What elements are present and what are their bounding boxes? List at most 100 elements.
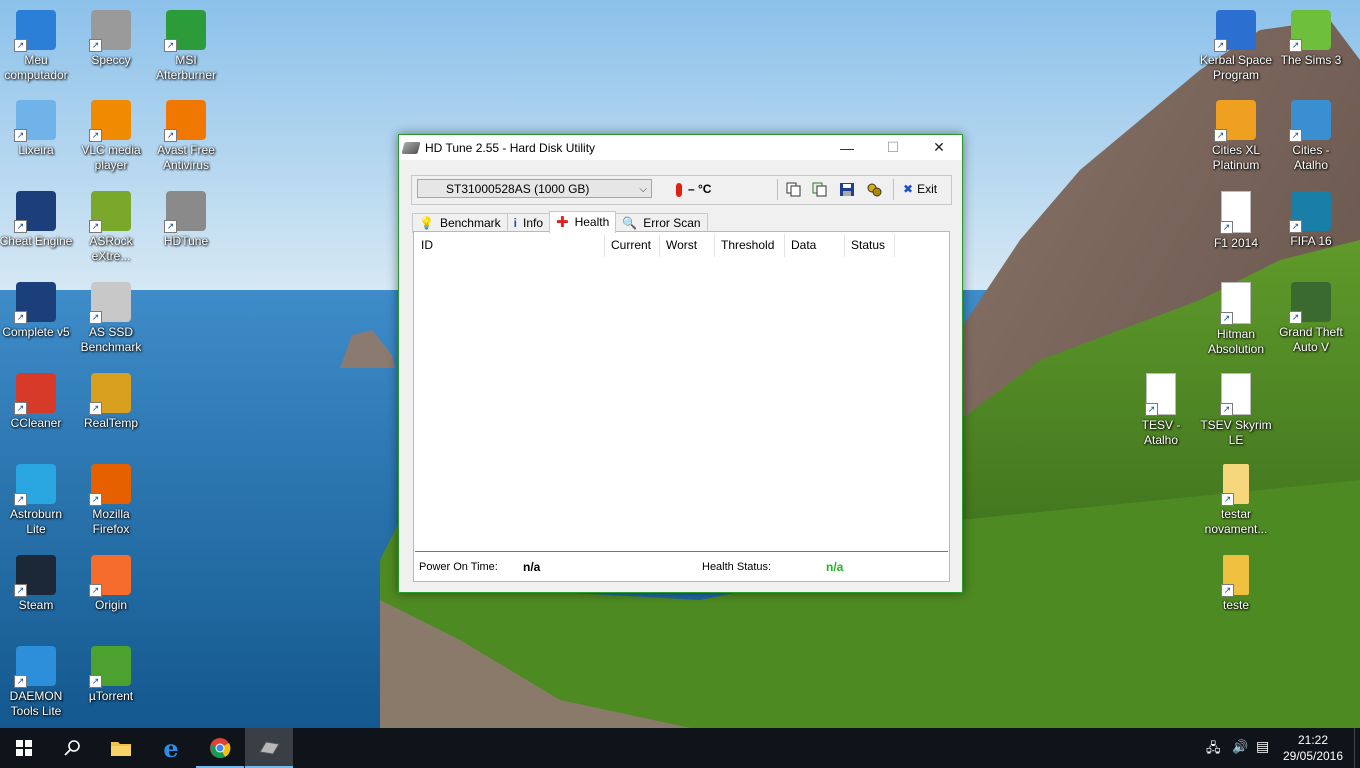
column-header-threshold[interactable]: Threshold [715, 234, 785, 257]
desktop-icon[interactable]: ↗ Meu computador [0, 10, 74, 83]
desktop-icon[interactable]: ↗ Cities - Atalho [1273, 100, 1349, 173]
desktop-icon[interactable]: ↗ Origin [73, 555, 149, 613]
desktop-icon[interactable]: ↗ Astroburn Lite [0, 464, 74, 537]
drive-select-value: ST31000528AS (1000 GB) [446, 182, 590, 196]
column-header-worst[interactable]: Worst [660, 234, 715, 257]
health-status-label: Health Status: [702, 561, 772, 573]
shortcut-arrow-icon: ↗ [1220, 221, 1233, 234]
shortcut-arrow-icon: ↗ [89, 129, 102, 142]
desktop-icon[interactable]: ↗ AS SSD Benchmark [73, 282, 149, 355]
minimize-button[interactable]: — [824, 135, 870, 160]
network-icon[interactable]: 🖧 [1206, 739, 1221, 761]
desktop-icon-label: The Sims 3 [1280, 53, 1342, 67]
desktop-icon[interactable]: ↗ Avast Free Antivirus [148, 100, 224, 173]
taskbar-edge[interactable]: e [147, 728, 195, 768]
notifications-icon[interactable]: ▤ [1256, 738, 1269, 755]
desktop-icon[interactable]: ↗ Cheat Engine [0, 191, 74, 249]
desktop-icon[interactable]: ↗ Steam [0, 555, 74, 613]
desktop-icon-label: Cities XL Platinum [1211, 143, 1261, 172]
desktop-icon-label: Avast Free Antivirus [157, 143, 215, 172]
toolbar: ST31000528AS (1000 GB) ⌵ – °C ✖ Exit [411, 175, 952, 205]
desktop-icon[interactable]: ↗ Kerbal Space Program [1198, 10, 1274, 83]
shortcut-arrow-icon: ↗ [1221, 584, 1234, 597]
column-header-current[interactable]: Current [605, 234, 660, 257]
desktop-icon[interactable]: ↗ teste [1198, 555, 1274, 613]
exit-button[interactable]: ✖ Exit [903, 179, 937, 199]
desktop-icon[interactable]: ↗ Hitman Absolution [1198, 282, 1274, 357]
desktop-icon-label: Lixeira [18, 143, 54, 157]
desktop-icon[interactable]: ↗ TSEV Skyrim LE [1198, 373, 1274, 448]
desktop-icon[interactable]: ↗ testar novament... [1198, 464, 1274, 537]
desktop-icon[interactable]: ↗ MSI Afterburner [148, 10, 224, 83]
desktop-icon[interactable]: ↗ TESV - Atalho [1123, 373, 1199, 448]
clock-time: 21:22 [1297, 733, 1329, 747]
maximize-button[interactable]: ☐ [870, 135, 916, 160]
options-icon[interactable] [866, 182, 882, 197]
hdtune-icon [259, 741, 280, 755]
gta-v-icon: ↗ [1289, 282, 1331, 324]
computer-icon: ↗ [14, 10, 56, 52]
taskbar-hdtune[interactable] [245, 728, 293, 768]
tab-error-scan[interactable]: 🔍 Error Scan [615, 213, 708, 233]
desktop-icon[interactable]: ↗ Grand Theft Auto V [1273, 282, 1349, 355]
desktop-icon[interactable]: ↗ F1 2014 [1198, 191, 1274, 251]
desktop-icon[interactable]: ↗ FIFA 16 [1273, 191, 1349, 249]
taskbar-clock[interactable]: 21:22 29/05/2016 [1282, 732, 1344, 764]
power-on-value: n/a [523, 560, 541, 574]
shortcut-arrow-icon: ↗ [1214, 129, 1227, 142]
title-bar[interactable]: HD Tune 2.55 - Hard Disk Utility — ☐ ✕ [399, 135, 962, 160]
shortcut-arrow-icon: ↗ [1289, 311, 1302, 324]
desktop-icon-label: Kerbal Space Program [1199, 53, 1273, 82]
desktop-icon[interactable]: ↗ Cities XL Platinum [1198, 100, 1274, 173]
column-header-id[interactable]: ID [415, 234, 605, 257]
desktop-icon[interactable]: ↗ Complete v5 [0, 282, 74, 340]
volume-icon[interactable]: 🔊 [1232, 739, 1248, 755]
desktop-icon[interactable]: ↗ RealTemp [73, 373, 149, 431]
tab-info[interactable]: i Info [506, 213, 551, 233]
close-button[interactable]: ✕ [916, 135, 962, 160]
tab-health[interactable]: ✚ Health [549, 211, 617, 233]
desktop-icon[interactable]: ↗ Mozilla Firefox [73, 464, 149, 537]
shortcut-arrow-icon: ↗ [1214, 39, 1227, 52]
desktop-icon[interactable]: ↗ Lixeira [0, 100, 74, 158]
footer-divider [415, 551, 948, 552]
show-desktop-button[interactable] [1354, 728, 1360, 768]
save-icon[interactable] [839, 182, 855, 197]
desktop-icon[interactable]: ↗ CCleaner [0, 373, 74, 431]
shortcut-arrow-icon: ↗ [89, 584, 102, 597]
column-header-status[interactable]: Status [845, 234, 895, 257]
shortcut-arrow-icon: ↗ [1220, 312, 1233, 325]
desktop-icon-label: HDTune [163, 234, 209, 248]
tab-benchmark[interactable]: 💡 Benchmark [412, 213, 508, 233]
shortcut-arrow-icon: ↗ [1221, 493, 1234, 506]
taskbar-chrome[interactable] [196, 728, 244, 768]
window-title: HD Tune 2.55 - Hard Disk Utility [425, 140, 596, 155]
copy-all-icon[interactable] [812, 182, 828, 197]
desktop-icon-label: testar novament... [1204, 507, 1268, 536]
desktop-icon[interactable]: ↗ VLC media player [73, 100, 149, 173]
cities-xl-icon: ↗ [1214, 100, 1256, 142]
desktop-icon-label: DAEMON Tools Lite [9, 689, 63, 718]
start-button[interactable] [0, 728, 48, 768]
desktop-icon[interactable]: ↗ Speccy [73, 10, 149, 68]
desktop-icon-label: VLC media player [81, 143, 141, 172]
copy-icon[interactable] [786, 182, 802, 197]
hdtune-window[interactable]: HD Tune 2.55 - Hard Disk Utility — ☐ ✕ S… [398, 134, 963, 593]
desktop-icon-label: Hitman Absolution [1207, 327, 1265, 356]
shortcut-arrow-icon: ↗ [14, 220, 27, 233]
column-header-data[interactable]: Data [785, 234, 845, 257]
desktop-icon[interactable]: ↗ The Sims 3 [1273, 10, 1349, 68]
drive-select[interactable]: ST31000528AS (1000 GB) ⌵ [417, 179, 652, 198]
taskbar-file-explorer[interactable] [97, 728, 145, 768]
desktop-icon[interactable]: ↗ µTorrent [73, 646, 149, 704]
tab-bar: 💡 Benchmark i Info ✚ Health 🔍 Error Scan [412, 211, 708, 233]
desktop-icon[interactable]: ↗ HDTune [148, 191, 224, 249]
desktop-icon-label: Cheat Engine [0, 234, 73, 248]
desktop-icon-label: Origin [94, 598, 127, 612]
desktop-icon[interactable]: ↗ DAEMON Tools Lite [0, 646, 74, 719]
desktop-icon[interactable]: ↗ ASRock eXtre... [73, 191, 149, 264]
desktop-icon-label: FIFA 16 [1290, 234, 1332, 248]
health-panel: ID Current Worst Threshold Data Status P… [413, 231, 950, 582]
windows-logo-icon [16, 740, 32, 756]
search-button[interactable] [48, 728, 96, 768]
